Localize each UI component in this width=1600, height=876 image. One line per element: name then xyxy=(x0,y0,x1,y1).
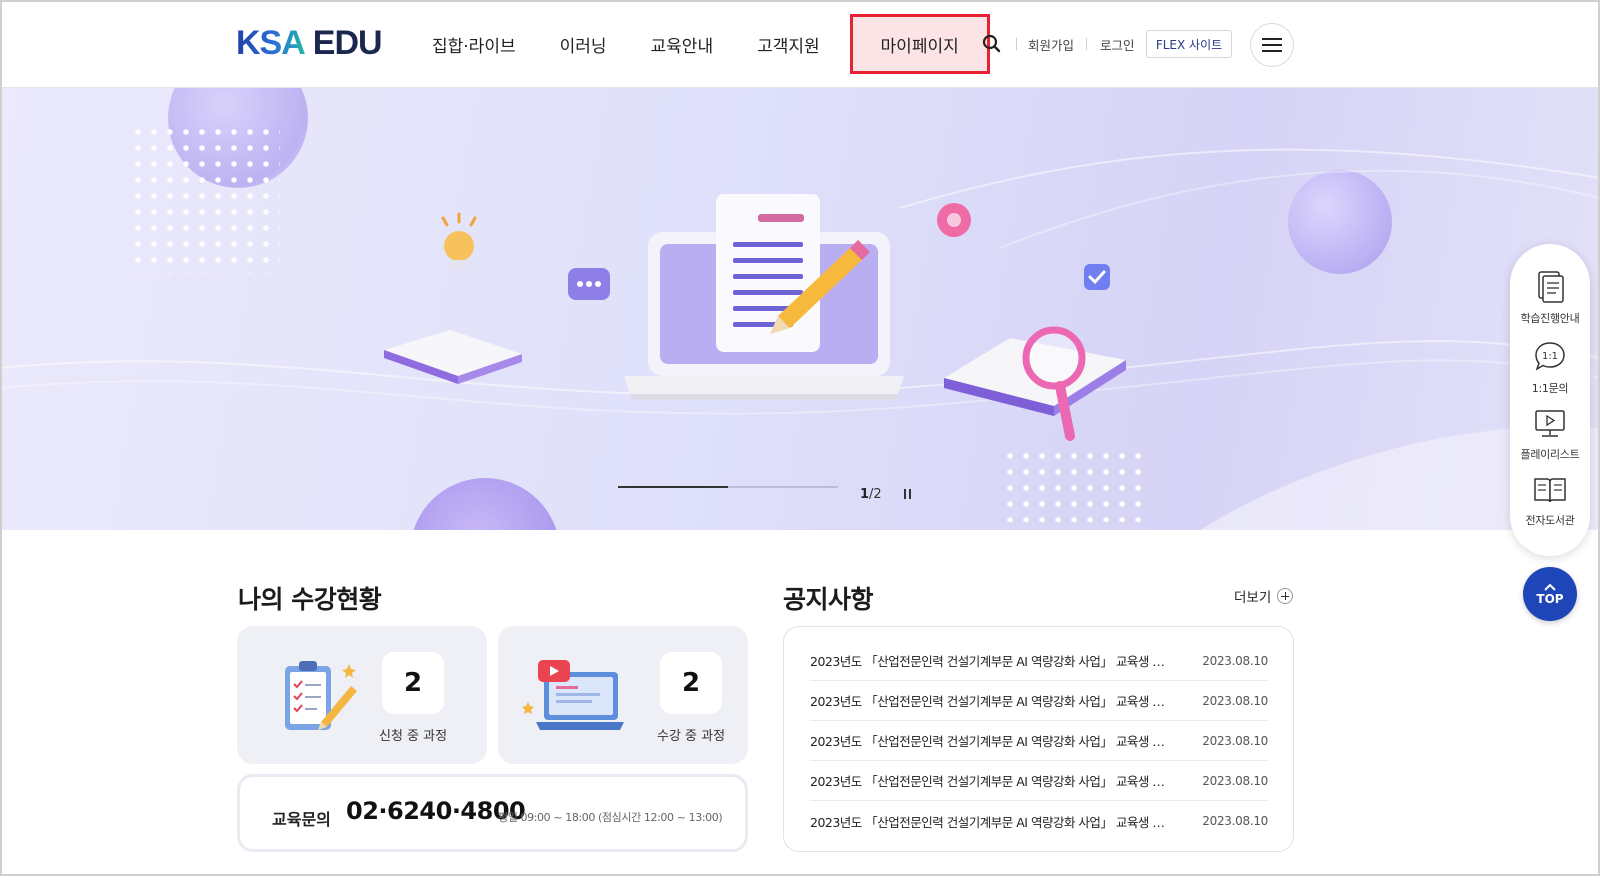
nav-item-education-guide[interactable]: 교육안내 xyxy=(629,32,736,57)
enrolled-courses-count: 2 xyxy=(660,652,722,714)
header-divider xyxy=(1086,38,1087,50)
quick-item-playlist[interactable]: 플레이리스트 xyxy=(1510,408,1590,462)
flex-site-button[interactable]: FLEX 사이트 xyxy=(1146,30,1232,58)
notice-list: 2023년도 「산업전문인력 건설기계부문 AI 역량강화 사업」 교육생 … … xyxy=(783,626,1294,852)
notice-row[interactable]: 2023년도 「산업전문인력 건설기계부문 AI 역량강화 사업」 교육생 … … xyxy=(810,801,1268,841)
quick-menu: 학습진행안내 1:1 1:1문의 플레이리스트 전자도서관 xyxy=(1510,244,1590,556)
monitor-play-icon xyxy=(1535,410,1565,437)
hamburger-menu-icon[interactable] xyxy=(1250,23,1294,67)
scroll-top-button[interactable]: TOP xyxy=(1523,567,1577,621)
book-magnifier-illustration xyxy=(944,326,1126,441)
ksa-edu-logo[interactable]: KSA EDU xyxy=(236,24,383,63)
notice-row[interactable]: 2023년도 「산업전문인력 건설기계부문 AI 역량강화 사업」 교육생 … … xyxy=(810,721,1268,761)
total-slides-number: /2 xyxy=(869,487,882,502)
header-divider xyxy=(1016,38,1017,50)
notice-row[interactable]: 2023년도 「산업전문인력 건설기계부문 AI 역량강화 사업」 교육생 … … xyxy=(810,641,1268,681)
enrolled-courses-card[interactable]: 2 수강 중 과정 xyxy=(498,626,748,764)
notice-date: 2023.08.10 xyxy=(1202,733,1268,748)
applied-courses-card[interactable]: 2 신청 중 과정 xyxy=(237,626,487,764)
notice-date: 2023.08.10 xyxy=(1202,653,1268,668)
notice-more-button[interactable]: 더보기 xyxy=(1234,586,1294,606)
more-label: 더보기 xyxy=(1234,590,1272,606)
open-book-icon xyxy=(1534,478,1566,503)
inquiry-hours: 평일 09:00 ~ 18:00 (점심시간 12:00 ~ 13:00) xyxy=(498,811,723,824)
chevron-up-icon xyxy=(1544,583,1556,591)
enrolled-courses-label: 수강 중 과정 xyxy=(657,729,726,744)
quick-item-label: 1:1문의 xyxy=(1531,382,1569,395)
notice-date: 2023.08.10 xyxy=(1202,693,1268,708)
open-book-illustration xyxy=(384,330,522,384)
quick-item-label: 플레이리스트 xyxy=(1520,448,1580,461)
applied-courses-count: 2 xyxy=(382,652,444,714)
notice-date: 2023.08.10 xyxy=(1202,773,1268,788)
notice-title-text: 2023년도 「산업전문인력 건설기계부문 AI 역량강화 사업」 교육생 … xyxy=(810,654,1165,669)
plus-icon xyxy=(1277,588,1294,604)
pause-icon[interactable] xyxy=(904,489,914,499)
site-header: KSA EDU 집합·라이브 이러닝 교육안내 고객지원 마이페이지 회원가입 로… xyxy=(0,0,1600,88)
document-icon xyxy=(1538,271,1564,303)
lightbulb-illustration xyxy=(441,212,477,270)
applied-courses-label: 신청 중 과정 xyxy=(379,729,448,744)
notice-title-text: 2023년도 「산업전문인력 건설기계부문 AI 역량강화 사업」 교육생 … xyxy=(810,814,1165,830)
notice-row[interactable]: 2023년도 「산업전문인력 건설기계부문 AI 역량강화 사업」 교육생 … … xyxy=(810,681,1268,721)
chat-bubble-illustration xyxy=(568,268,610,300)
nav-item-customer-support[interactable]: 고객지원 xyxy=(735,32,842,57)
current-slide-number: 1 xyxy=(860,487,870,502)
slide-progress-fill xyxy=(618,486,728,488)
banner-illustration xyxy=(0,148,1600,530)
nav-item-mypage[interactable]: 마이페이지 xyxy=(849,14,990,74)
gear-illustration xyxy=(937,203,971,237)
laptop-play-icon xyxy=(522,660,624,730)
nav-item-group-live[interactable]: 집합·라이브 xyxy=(410,32,538,57)
quick-item-one-to-one-inquiry[interactable]: 1:1 1:1문의 xyxy=(1510,340,1590,396)
slide-pager: 1/2 xyxy=(860,487,882,502)
chat-bubble-icon: 1:1 xyxy=(1535,342,1565,371)
quick-item-learning-guide[interactable]: 학습진행안내 xyxy=(1510,270,1590,326)
notice-title: 공지사항 xyxy=(783,585,874,614)
login-link[interactable]: 로그인 xyxy=(1100,35,1135,54)
notice-title-text: 2023년도 「산업전문인력 건설기계부문 AI 역량강화 사업」 교육생 … xyxy=(810,694,1165,709)
search-icon[interactable] xyxy=(980,32,1004,56)
quick-item-label: 전자도서관 xyxy=(1525,514,1575,527)
logo-ksa-text: KSA xyxy=(236,24,306,62)
hero-banner[interactable]: 1/2 xyxy=(0,88,1600,530)
quick-item-label: 학습진행안내 xyxy=(1520,312,1580,325)
clipboard-icon xyxy=(285,661,357,730)
document-illustration xyxy=(716,194,820,352)
nav-item-elearning[interactable]: 이러닝 xyxy=(538,32,629,57)
notice-title-text: 2023년도 「산업전문인력 건설기계부문 AI 역량강화 사업」 교육생 … xyxy=(810,774,1165,789)
main-nav: 집합·라이브 이러닝 교육안내 고객지원 마이페이지 xyxy=(410,0,990,88)
notice-date: 2023.08.10 xyxy=(1202,814,1268,828)
slide-progress-bar xyxy=(618,486,838,488)
notice-row[interactable]: 2023년도 「산업전문인력 건설기계부문 AI 역량강화 사업」 교육생 … … xyxy=(810,761,1268,801)
top-button-label: TOP xyxy=(1536,591,1564,606)
my-courses-title: 나의 수강현황 xyxy=(238,585,382,614)
checkbox-illustration xyxy=(1084,264,1110,290)
logo-edu-text: EDU xyxy=(312,24,383,62)
quick-item-e-library[interactable]: 전자도서관 xyxy=(1510,474,1590,528)
education-inquiry-box: 교육문의 02·6240·4800 평일 09:00 ~ 18:00 (점심시간… xyxy=(237,774,748,852)
signup-link[interactable]: 회원가입 xyxy=(1028,35,1074,54)
inquiry-label: 교육문의 xyxy=(272,810,331,829)
svg-text:1:1: 1:1 xyxy=(1542,351,1558,362)
notice-title-text: 2023년도 「산업전문인력 건설기계부문 AI 역량강화 사업」 교육생 … xyxy=(810,734,1165,749)
